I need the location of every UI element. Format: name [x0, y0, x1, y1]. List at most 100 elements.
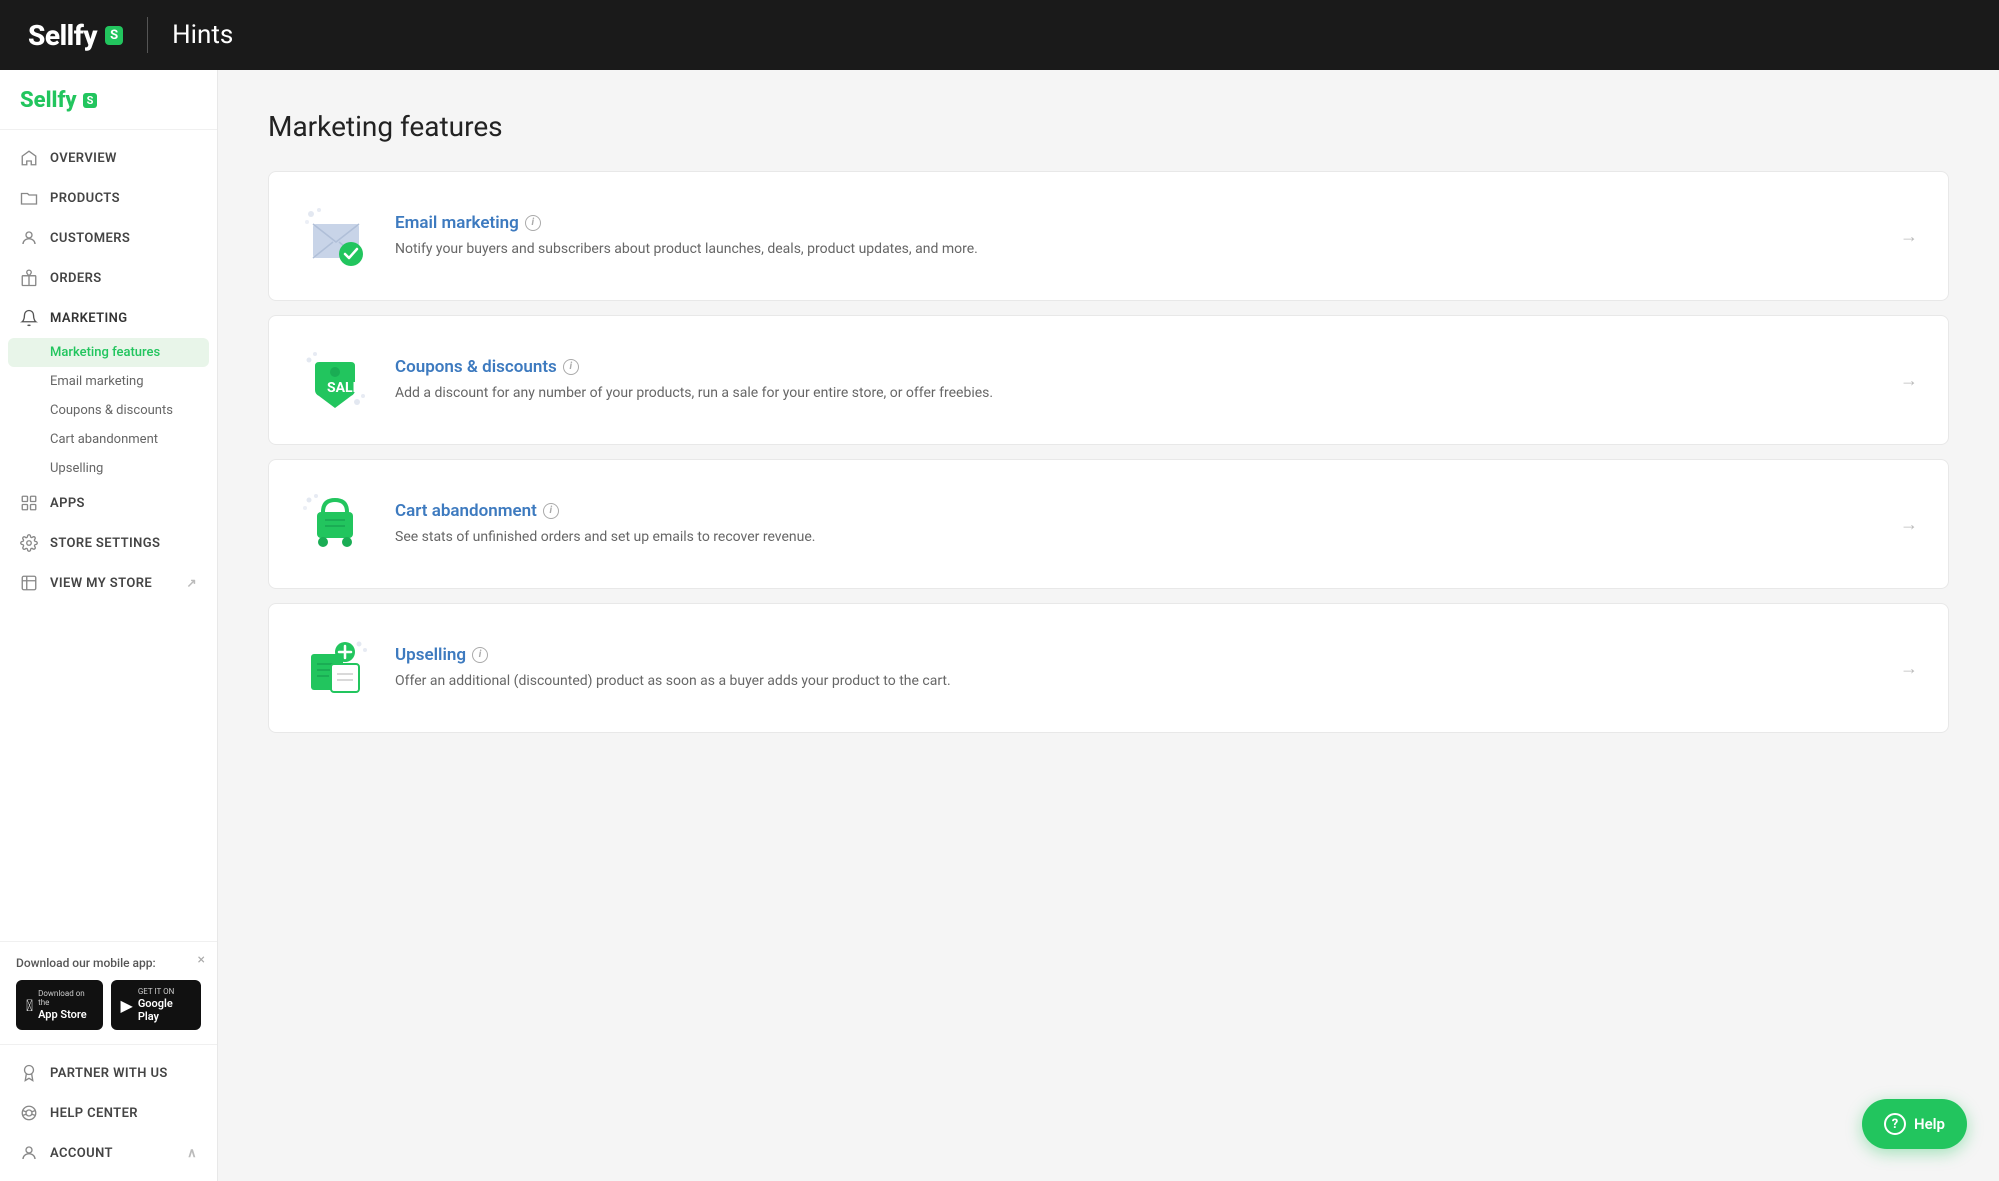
- sidebar-item-products[interactable]: Products: [0, 178, 217, 218]
- sidebar-bottom: Partner With Us Help Center Account ∧: [0, 1044, 217, 1181]
- folder-icon: [20, 189, 38, 207]
- cart-abandonment-card[interactable]: Cart abandonment i See stats of unfinish…: [268, 459, 1949, 589]
- sidebar-label-marketing: Marketing: [50, 311, 128, 326]
- sidebar-label-store-settings: Store Settings: [50, 536, 160, 551]
- sidebar-item-partner-with-us[interactable]: Partner With Us: [0, 1053, 217, 1093]
- sidebar-item-marketing-features[interactable]: Marketing features: [8, 338, 209, 367]
- sidebar-subnav-label-cart-abandonment: Cart abandonment: [50, 432, 158, 447]
- cart-abandonment-info-icon[interactable]: i: [543, 503, 559, 519]
- coupons-discounts-content: Coupons & discounts i Add a discount for…: [395, 357, 1876, 404]
- sidebar-item-coupons-discounts[interactable]: Coupons & discounts: [0, 396, 217, 425]
- sidebar-subnav-label-marketing-features: Marketing features: [50, 345, 160, 360]
- app-store-badge[interactable]:  Download on the App Store: [16, 980, 103, 1030]
- sidebar-label-products: Products: [50, 191, 120, 206]
- header-logo-text: Sellfy: [28, 19, 97, 52]
- app-store-text: Download on the App Store: [38, 989, 92, 1021]
- award-icon: [20, 1064, 38, 1082]
- coupons-discounts-card[interactable]: SALE Coupons & discounts i Add a discoun…: [268, 315, 1949, 445]
- bell-icon: [20, 309, 38, 327]
- header-logo: Sellfy S: [28, 19, 123, 52]
- email-marketing-icon: [299, 200, 371, 272]
- sidebar-nav: Overview Products Customers: [0, 130, 217, 941]
- sidebar-logo-badge: S: [83, 93, 98, 108]
- upselling-arrow: →: [1900, 658, 1918, 679]
- cart-illustration: [301, 490, 369, 558]
- mobile-app-title: Download our mobile app:: [16, 956, 201, 970]
- email-marketing-content: Email marketing i Notify your buyers and…: [395, 213, 1876, 260]
- sidebar-label-overview: Overview: [50, 151, 117, 166]
- sidebar-item-orders[interactable]: Orders: [0, 258, 217, 298]
- sidebar-item-view-my-store[interactable]: View My Store ↗: [0, 563, 217, 603]
- top-header: Sellfy S Hints: [0, 0, 1999, 70]
- account-icon: [20, 1144, 38, 1162]
- google-play-text: GET IT ON Google Play: [138, 987, 191, 1023]
- sidebar-logo: Sellfy S: [0, 70, 217, 130]
- coupons-discounts-arrow: →: [1900, 370, 1918, 391]
- upselling-icon: [299, 632, 371, 704]
- upselling-content: Upselling i Offer an additional (discoun…: [395, 645, 1876, 692]
- sidebar-subnav-label-coupons-discounts: Coupons & discounts: [50, 403, 173, 418]
- sidebar-item-upselling[interactable]: Upselling: [0, 454, 217, 483]
- content-area: Marketing features: [218, 70, 1999, 1181]
- coupons-discounts-info-icon[interactable]: i: [563, 359, 579, 375]
- sidebar-item-account[interactable]: Account ∧: [0, 1133, 217, 1173]
- store-badges:  Download on the App Store ▶ GET IT ON …: [16, 980, 201, 1030]
- upsell-illustration: [301, 634, 369, 702]
- sidebar-subnav-label-upselling: Upselling: [50, 461, 103, 476]
- sidebar-label-account: Account: [50, 1146, 113, 1161]
- sidebar-subnav-label-email-marketing: Email marketing: [50, 374, 144, 389]
- upselling-title: Upselling i: [395, 645, 1876, 665]
- mobile-app-close-button[interactable]: ×: [198, 952, 205, 968]
- sidebar-item-apps[interactable]: Apps: [0, 483, 217, 523]
- sidebar-item-overview[interactable]: Overview: [0, 138, 217, 178]
- header-page-title: Hints: [172, 20, 233, 50]
- person-icon: [20, 229, 38, 247]
- help-question-icon: ?: [1884, 1113, 1906, 1135]
- lifesaver-icon: [20, 1104, 38, 1122]
- email-marketing-title: Email marketing i: [395, 213, 1876, 233]
- cart-abandonment-arrow: →: [1900, 514, 1918, 535]
- grid-icon: [20, 494, 38, 512]
- help-button[interactable]: ? Help: [1862, 1099, 1967, 1149]
- account-chevron-icon: ∧: [187, 1146, 197, 1161]
- sidebar-label-orders: Orders: [50, 271, 102, 286]
- main-layout: Sellfy S Overview Products: [0, 70, 1999, 1181]
- email-marketing-card[interactable]: Email marketing i Notify your buyers and…: [268, 171, 1949, 301]
- cart-abandonment-icon: [299, 488, 371, 560]
- sidebar-item-email-marketing[interactable]: Email marketing: [0, 367, 217, 396]
- sidebar-item-cart-abandonment[interactable]: Cart abandonment: [0, 425, 217, 454]
- sidebar-item-marketing[interactable]: Marketing: [0, 298, 217, 338]
- sidebar-label-help-center: Help Center: [50, 1106, 138, 1121]
- email-illustration: [301, 202, 369, 270]
- gift-icon: [20, 269, 38, 287]
- home-icon: [20, 149, 38, 167]
- sidebar-label-apps: Apps: [50, 496, 85, 511]
- sidebar-logo-inner: Sellfy S: [20, 88, 197, 113]
- sidebar-item-store-settings[interactable]: Store Settings: [0, 523, 217, 563]
- google-play-badge[interactable]: ▶ GET IT ON Google Play: [111, 980, 202, 1030]
- sidebar-item-customers[interactable]: Customers: [0, 218, 217, 258]
- header-divider: [147, 17, 148, 53]
- upselling-desc: Offer an additional (discounted) product…: [395, 671, 1876, 692]
- sidebar-item-help-center[interactable]: Help Center: [0, 1093, 217, 1133]
- external-link-icon: ↗: [187, 576, 197, 590]
- upselling-card[interactable]: Upselling i Offer an additional (discoun…: [268, 603, 1949, 733]
- upselling-info-icon[interactable]: i: [472, 647, 488, 663]
- page-title: Marketing features: [268, 110, 1949, 143]
- help-button-label: Help: [1914, 1115, 1945, 1133]
- sidebar-label-partner-with-us: Partner With Us: [50, 1066, 168, 1081]
- email-marketing-arrow: →: [1900, 226, 1918, 247]
- svg-text:SALE: SALE: [327, 380, 361, 396]
- sidebar-logo-text: Sellfy: [20, 88, 77, 113]
- cart-abandonment-content: Cart abandonment i See stats of unfinish…: [395, 501, 1876, 548]
- gear-icon: [20, 534, 38, 552]
- sidebar: Sellfy S Overview Products: [0, 70, 218, 1181]
- sidebar-label-customers: Customers: [50, 231, 130, 246]
- store-icon: [20, 574, 38, 592]
- email-marketing-info-icon[interactable]: i: [525, 215, 541, 231]
- apple-icon: : [26, 996, 33, 1015]
- coupon-illustration: SALE: [301, 346, 369, 414]
- coupons-discounts-title: Coupons & discounts i: [395, 357, 1876, 377]
- coupons-discounts-desc: Add a discount for any number of your pr…: [395, 383, 1876, 404]
- header-logo-badge: S: [105, 26, 123, 45]
